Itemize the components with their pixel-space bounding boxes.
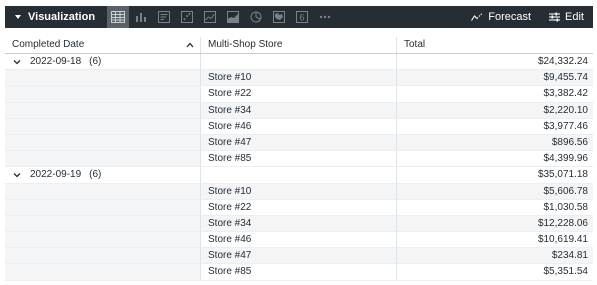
visualization-toggle[interactable]: Visualization bbox=[5, 6, 107, 28]
column-header-completed-date[interactable]: Completed Date bbox=[5, 37, 201, 53]
chevron-down-icon[interactable] bbox=[13, 59, 21, 65]
column-header-label: Completed Date bbox=[12, 39, 85, 50]
visualization-label: Visualization bbox=[28, 11, 96, 23]
more-icon[interactable] bbox=[314, 6, 336, 28]
column-header-label: Multi-Shop Store bbox=[208, 39, 283, 50]
store-cell: Store #34 bbox=[201, 102, 397, 118]
store-cell: Store #85 bbox=[201, 264, 397, 280]
table-icon[interactable] bbox=[107, 6, 130, 28]
store-cell: Store #22 bbox=[201, 199, 397, 215]
store-cell: Store #46 bbox=[201, 232, 397, 248]
total-cell: $12,228.06 bbox=[537, 217, 588, 229]
group-row[interactable]: 2022-09-19 (6) $35,071.18 bbox=[5, 167, 593, 184]
store-cell: Store #10 bbox=[201, 183, 397, 199]
group-total: $24,332.24 bbox=[537, 56, 588, 67]
line-chart-icon[interactable] bbox=[199, 6, 221, 28]
forecast-button[interactable]: Forecast bbox=[462, 6, 540, 28]
date-cell bbox=[5, 232, 201, 248]
toolbar-actions: Forecast Edit bbox=[462, 6, 593, 28]
chevron-down-icon[interactable] bbox=[13, 172, 21, 178]
edit-button[interactable]: Edit bbox=[540, 6, 593, 28]
table-row: Store #22 $1,030.58 bbox=[5, 199, 593, 216]
group-count: (6) bbox=[89, 56, 102, 68]
date-cell bbox=[5, 183, 201, 199]
table-row: Store #46 $10,619.41 bbox=[5, 232, 593, 249]
date-cell bbox=[5, 264, 201, 280]
total-cell: $896.56 bbox=[551, 136, 588, 148]
total-cell: $5,606.78 bbox=[543, 185, 589, 197]
total-cell: $3,977.46 bbox=[543, 120, 589, 132]
bar-chart-icon[interactable] bbox=[130, 6, 152, 28]
group-toggle[interactable]: 2022-09-19 (6) bbox=[5, 167, 201, 183]
group-total: $35,071.18 bbox=[537, 169, 588, 181]
date-cell bbox=[5, 215, 201, 232]
store-cell: Store #47 bbox=[201, 248, 397, 264]
store-cell: Store #34 bbox=[201, 215, 397, 232]
total-cell: $10,619.41 bbox=[537, 234, 588, 246]
table-row: Store #46 $3,977.46 bbox=[5, 118, 593, 135]
column-header-total[interactable]: Total bbox=[397, 37, 593, 53]
group-store-cell bbox=[201, 167, 397, 183]
total-cell: $2,220.10 bbox=[543, 104, 589, 116]
group-date: 2022-09-19 bbox=[30, 169, 82, 181]
pie-chart-icon[interactable] bbox=[245, 6, 267, 28]
table-row: Store #10 $9,455.74 bbox=[5, 70, 593, 87]
single-value-glyph: 6 bbox=[300, 13, 305, 23]
date-cell bbox=[5, 86, 201, 102]
table-row: Store #85 $4,399.96 bbox=[5, 151, 593, 168]
visualization-type-picker: 6 bbox=[107, 6, 337, 28]
group-row[interactable]: 2022-09-18 (6) $24,332.24 bbox=[5, 54, 593, 71]
date-cell bbox=[5, 70, 201, 86]
sort-ascending-icon[interactable] bbox=[186, 42, 194, 48]
sliders-icon bbox=[549, 12, 561, 22]
visualization-toolbar: Visualization 6 Forecast Edit bbox=[5, 6, 593, 28]
data-table: Completed Date Multi-Shop Store Total 20… bbox=[5, 37, 593, 281]
table-row: Store #22 $3,382.42 bbox=[5, 86, 593, 103]
store-cell: Store #46 bbox=[201, 118, 397, 134]
table-row: Store #85 $5,351.54 bbox=[5, 264, 593, 281]
edit-label: Edit bbox=[565, 11, 584, 23]
forecast-label: Forecast bbox=[488, 11, 532, 23]
table-row: Store #10 $5,606.78 bbox=[5, 183, 593, 200]
date-cell bbox=[5, 102, 201, 118]
total-cell: $5,351.54 bbox=[543, 266, 589, 278]
caret-down-icon bbox=[15, 15, 21, 19]
store-cell: Store #47 bbox=[201, 134, 397, 151]
table-body: 2022-09-18 (6) $24,332.24 Store #10 $9,455.7… bbox=[5, 54, 593, 281]
table-header: Completed Date Multi-Shop Store Total bbox=[5, 37, 593, 54]
area-chart-icon[interactable] bbox=[222, 6, 244, 28]
table-row: Store #34 $12,228.06 bbox=[5, 215, 593, 233]
forecast-icon bbox=[471, 12, 484, 21]
group-toggle[interactable]: 2022-09-18 (6) bbox=[5, 54, 201, 70]
group-store-cell bbox=[201, 54, 397, 70]
store-cell: Store #85 bbox=[201, 151, 397, 167]
column-header-label: Total bbox=[404, 39, 426, 50]
single-record-icon[interactable] bbox=[153, 6, 175, 28]
total-cell: $3,382.42 bbox=[543, 88, 589, 100]
table-row: Store #34 $2,220.10 bbox=[5, 102, 593, 119]
date-cell bbox=[5, 118, 201, 134]
total-cell: $4,399.96 bbox=[543, 153, 589, 165]
date-cell bbox=[5, 151, 201, 167]
scatter-icon[interactable] bbox=[176, 6, 198, 28]
total-cell: $9,455.74 bbox=[543, 72, 589, 84]
column-header-multi-shop-store[interactable]: Multi-Shop Store bbox=[201, 37, 397, 53]
single-value-icon[interactable]: 6 bbox=[291, 6, 313, 28]
map-icon[interactable] bbox=[268, 6, 290, 28]
group-count: (6) bbox=[89, 169, 102, 181]
store-cell: Store #10 bbox=[201, 70, 397, 86]
total-cell: $1,030.58 bbox=[543, 201, 589, 213]
table-row: Store #47 $896.56 bbox=[5, 134, 593, 152]
date-cell bbox=[5, 199, 201, 215]
total-cell: $234.81 bbox=[551, 250, 588, 262]
table-row: Store #47 $234.81 bbox=[5, 248, 593, 265]
group-date: 2022-09-18 bbox=[30, 56, 82, 68]
date-cell bbox=[5, 248, 201, 264]
date-cell bbox=[5, 134, 201, 151]
store-cell: Store #22 bbox=[201, 86, 397, 102]
visualization-panel: Visualization 6 Forecast Edit Completed … bbox=[5, 6, 593, 282]
